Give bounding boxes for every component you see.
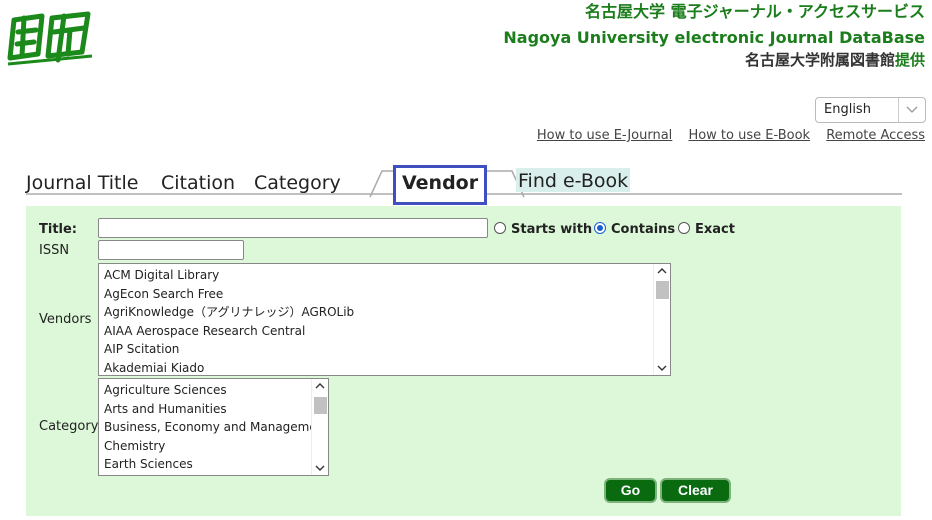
list-item[interactable]: Akademiai Kiado bbox=[99, 359, 670, 376]
how-to-use-ebook-link[interactable]: How to use E-Book bbox=[688, 128, 810, 143]
title-label: Title: bbox=[39, 222, 78, 237]
vendors-label: Vendors bbox=[39, 312, 92, 327]
provider-name: 名古屋大学附属図書館 bbox=[744, 51, 895, 69]
radio-contains[interactable]: Contains bbox=[594, 222, 675, 237]
list-item[interactable]: Earth Sciences bbox=[99, 455, 328, 474]
language-select-value: English bbox=[824, 102, 871, 117]
scroll-up-icon[interactable] bbox=[657, 268, 667, 274]
vendors-listbox[interactable]: ACM Digital Library AgEcon Search Free A… bbox=[98, 263, 671, 376]
site-title-japanese: 名古屋大学 電子ジャーナル・アクセスサービス bbox=[585, 2, 925, 21]
radio-exact-label: Exact bbox=[695, 222, 735, 237]
radio-contains-label: Contains bbox=[611, 222, 676, 237]
language-select[interactable]: English bbox=[815, 97, 926, 123]
list-item[interactable]: AgriKnowledge（アグリナレッジ）AGROLib bbox=[99, 303, 670, 322]
university-logo-icon[interactable] bbox=[4, 6, 96, 68]
radio-starts-with-label: Starts with bbox=[511, 222, 593, 237]
list-item[interactable]: ACM Digital Library bbox=[99, 266, 670, 285]
issn-input[interactable] bbox=[98, 240, 244, 260]
list-item[interactable]: Business, Economy and Management bbox=[99, 418, 328, 437]
category-label: Category bbox=[39, 419, 99, 434]
radio-starts-with[interactable]: Starts with bbox=[494, 222, 592, 237]
radio-exact[interactable]: Exact bbox=[678, 222, 735, 237]
list-item[interactable]: Arts and Humanities bbox=[99, 400, 328, 419]
scroll-down-icon[interactable] bbox=[657, 365, 667, 371]
tab-vendor-label: Vendor bbox=[402, 172, 479, 194]
title-input[interactable] bbox=[98, 218, 488, 238]
site-title-english: Nagoya University electronic Journal Dat… bbox=[503, 28, 925, 47]
vendors-scrollbar[interactable] bbox=[653, 264, 670, 375]
list-item[interactable]: Chemistry bbox=[99, 437, 328, 456]
go-button[interactable]: Go bbox=[604, 478, 657, 503]
tab-category[interactable]: Category bbox=[254, 172, 341, 194]
scroll-down-icon[interactable] bbox=[315, 465, 325, 471]
scroll-thumb[interactable] bbox=[314, 397, 327, 414]
tab-vendor[interactable]: Vendor bbox=[393, 165, 487, 205]
list-item[interactable]: AIAA Aerospace Research Central bbox=[99, 322, 670, 341]
provider-suffix: 提供 bbox=[894, 51, 925, 69]
help-links: How to use E-Journal How to use E-Book R… bbox=[525, 128, 925, 143]
tab-citation[interactable]: Citation bbox=[161, 172, 235, 194]
clear-button[interactable]: Clear bbox=[660, 478, 731, 503]
site-header: 名古屋大学 電子ジャーナル・アクセスサービス Nagoya University… bbox=[503, 2, 925, 69]
category-listbox[interactable]: Agriculture Sciences Arts and Humanities… bbox=[98, 378, 329, 476]
radio-circle-selected bbox=[594, 222, 606, 234]
search-tabs: Journal Title Citation Category Vendor F… bbox=[26, 162, 902, 205]
chevron-down-icon bbox=[906, 106, 918, 113]
category-scrollbar[interactable] bbox=[311, 379, 328, 475]
list-item[interactable]: Agriculture Sciences bbox=[99, 381, 328, 400]
tab-journal-title[interactable]: Journal Title bbox=[26, 172, 138, 194]
remote-access-link[interactable]: Remote Access bbox=[826, 128, 925, 143]
issn-label: ISSN bbox=[39, 243, 70, 258]
scroll-thumb[interactable] bbox=[656, 281, 669, 299]
search-panel: Title: Starts with Contains Exact ISSN V… bbox=[26, 206, 901, 516]
list-item[interactable]: AIP Scitation bbox=[99, 340, 670, 359]
tab-find-ebook[interactable]: Find e-Book bbox=[516, 168, 631, 192]
language-dropdown-button[interactable] bbox=[898, 98, 925, 122]
scroll-up-icon[interactable] bbox=[315, 383, 325, 389]
list-item[interactable]: AgEcon Search Free bbox=[99, 285, 670, 304]
radio-circle bbox=[494, 222, 506, 234]
provider-line: 名古屋大学附属図書館提供 bbox=[503, 51, 925, 69]
radio-circle bbox=[678, 222, 690, 234]
how-to-use-ejournal-link[interactable]: How to use E-Journal bbox=[537, 128, 672, 143]
